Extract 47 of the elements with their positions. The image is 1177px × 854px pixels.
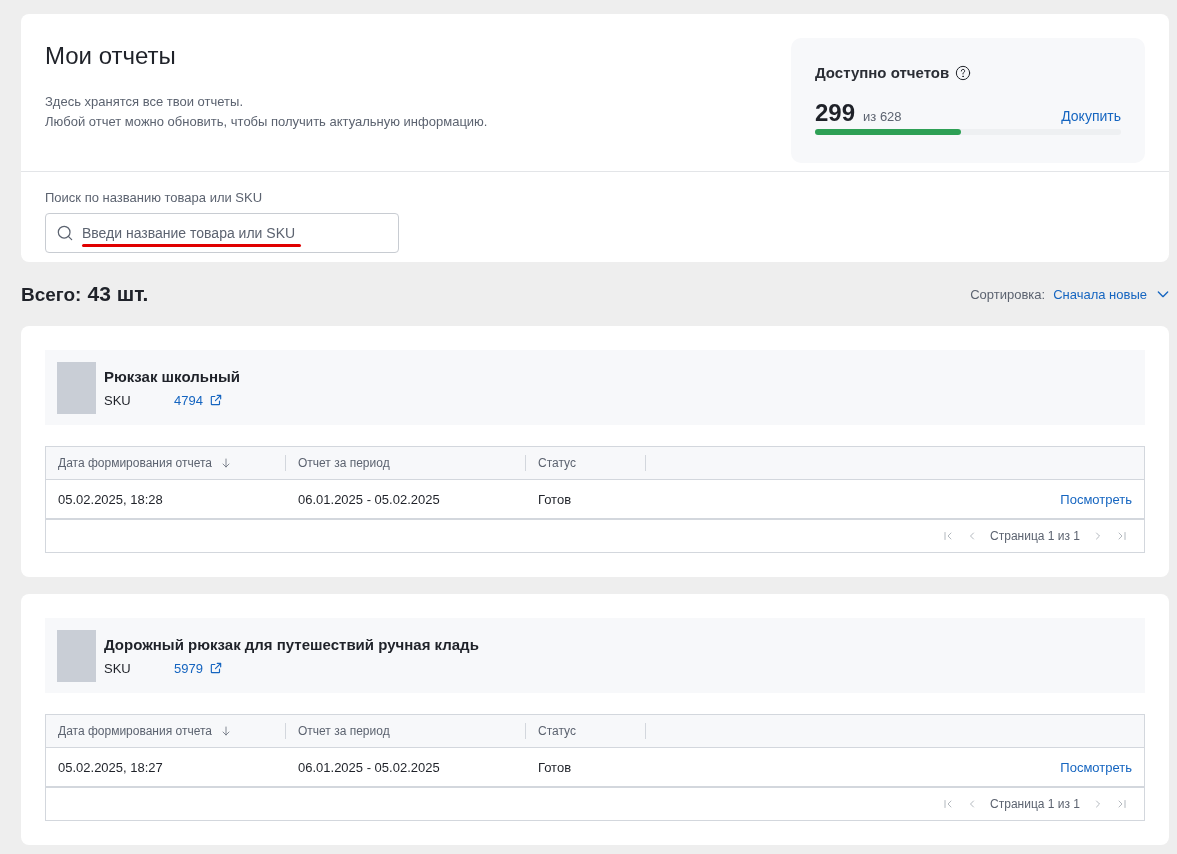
available-count: 299	[815, 99, 856, 127]
column-header[interactable]: Отчет за период	[298, 456, 390, 470]
total-label: Всего:	[21, 284, 82, 306]
column-header[interactable]: Дата формирования отчета	[58, 724, 212, 738]
description-text: Здесь хранятся все твои отчеты.	[45, 93, 244, 111]
external-link-icon	[208, 393, 223, 407]
product-photo-placeholder	[57, 361, 96, 414]
column-header[interactable]: Отчет за период	[298, 724, 390, 738]
page-indicator: Страница 1 из 1	[990, 529, 1080, 543]
arrow-down-icon	[220, 725, 232, 737]
sort-dropdown[interactable]: Сначала новые	[1053, 286, 1171, 302]
arrow-down-icon	[220, 457, 232, 469]
description-text: Любой отчет можно обновить, чтобы получить актуальную информацию.	[45, 113, 488, 131]
table-cell-text: 06.01.2025 - 05.02.2025	[297, 759, 441, 775]
last-page-button[interactable]	[1116, 798, 1128, 810]
search-field[interactable]: Введи название товара или SKU	[45, 213, 399, 253]
total-count: из 628	[863, 109, 902, 124]
help-icon	[955, 64, 972, 81]
product-name: Дорожный рюкзак для путешествий ручная кладь	[104, 635, 479, 653]
search-label: Поиск по названию товара или SKU	[45, 190, 264, 205]
quota-label: Доступно отчетов	[815, 64, 950, 81]
search-icon	[55, 223, 75, 243]
product-photo-placeholder	[57, 629, 96, 682]
view-link[interactable]: Посмотреть	[1060, 759, 1132, 775]
table-cell-text: Готов	[537, 491, 573, 507]
total-value: 43 шт.	[87, 282, 149, 306]
external-link-icon	[208, 661, 223, 675]
sku-link[interactable]: 4794	[174, 392, 203, 408]
sku-label: SKU	[104, 660, 132, 676]
sort-label: Сортировка:	[970, 286, 1046, 302]
view-link[interactable]: Посмотреть	[1060, 491, 1132, 507]
table-cell-text: 06.01.2025 - 05.02.2025	[297, 491, 441, 507]
last-page-icon	[1116, 798, 1128, 810]
column-header[interactable]: Статус	[538, 456, 576, 470]
last-page-icon	[1116, 530, 1128, 542]
product-name: Рюкзак школьный	[104, 367, 241, 385]
page-indicator: Страница 1 из 1	[990, 797, 1080, 811]
table-cell-text: 05.02.2025, 18:28	[57, 491, 164, 507]
last-page-button[interactable]	[1116, 530, 1128, 542]
table-cell-text: Готов	[537, 759, 573, 775]
table-cell-text: 05.02.2025, 18:27	[57, 759, 164, 775]
sku-label: SKU	[104, 392, 132, 408]
buy-link[interactable]: Докупить	[1061, 108, 1121, 124]
page-title: Мои отчеты	[45, 42, 177, 70]
column-header[interactable]: Дата формирования отчета	[58, 456, 212, 470]
sku-link[interactable]: 5979	[174, 660, 203, 676]
column-header[interactable]: Статус	[538, 724, 576, 738]
